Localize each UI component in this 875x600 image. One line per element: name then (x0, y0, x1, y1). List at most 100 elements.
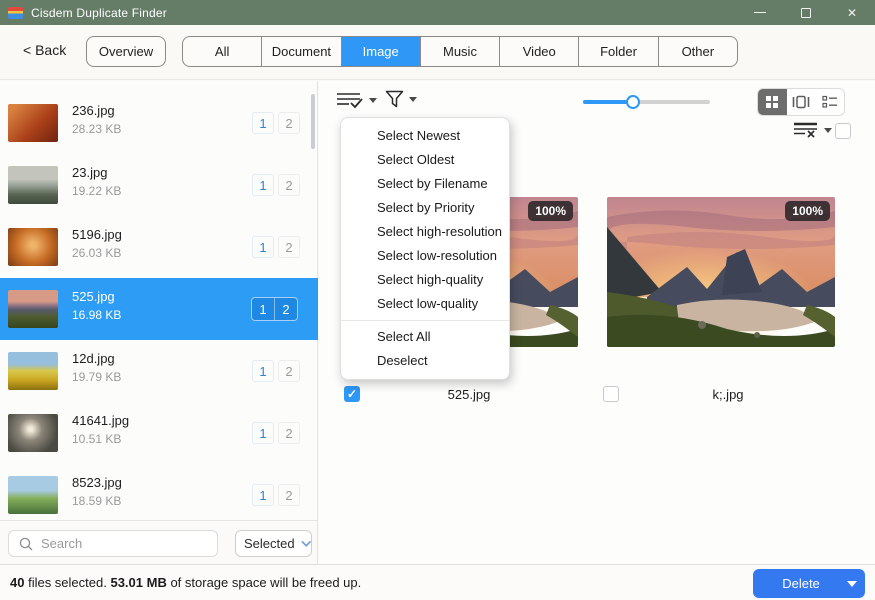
list-item[interactable]: 41641.jpg 10.51 KB 1 2 (0, 402, 318, 464)
coverflow-view-icon (792, 95, 810, 109)
group-count-2[interactable]: 2 (278, 360, 300, 382)
tab-all[interactable]: All (183, 37, 262, 66)
group-count-1[interactable]: 1 (252, 422, 274, 444)
list-item[interactable]: 5196.jpg 26.03 KB 1 2 (0, 216, 318, 278)
search-input[interactable] (41, 536, 201, 551)
similarity-badge: 100% (785, 201, 830, 221)
tab-folder[interactable]: Folder (579, 37, 658, 66)
group-count-2[interactable]: 2 (278, 236, 300, 258)
app-logo-icon (8, 7, 23, 19)
group-count-2[interactable]: 2 (278, 484, 300, 506)
thumbnail-sunflowers (8, 352, 58, 390)
main-content: 100% 100% ✓ 525.jpg (319, 81, 875, 564)
slider-thumb[interactable] (626, 95, 640, 109)
thumbnail-size-slider[interactable] (583, 100, 710, 104)
group-count-1[interactable]: 1 (252, 174, 274, 196)
file-size: 19.79 KB (72, 370, 121, 384)
caret-down-icon (369, 98, 377, 103)
selected-count: 40 (10, 575, 24, 590)
card-label-row: k;.jpg (603, 385, 837, 403)
thumbnail-autumn-forest (8, 104, 58, 142)
menu-item-select-low-quality[interactable]: Select low-quality (341, 292, 509, 316)
menu-item-select-oldest[interactable]: Select Oldest (341, 148, 509, 172)
close-button[interactable]: ✕ (829, 0, 875, 25)
group-select-checkbox[interactable] (835, 123, 851, 139)
file-name: 5196.jpg (72, 227, 122, 242)
list-view-icon (822, 95, 838, 109)
maximize-button[interactable] (783, 0, 829, 25)
caret-down-icon (847, 581, 857, 587)
sidebar-footer: Selected (0, 520, 318, 564)
list-item[interactable]: 23.jpg 19.22 KB 1 2 (0, 154, 318, 216)
menu-item-select-by-priority[interactable]: Select by Priority (341, 196, 509, 220)
group-count-2[interactable]: 2 (275, 298, 297, 320)
file-checkbox-checked[interactable]: ✓ (344, 386, 360, 402)
caret-down-icon (824, 128, 832, 133)
list-item-selected[interactable]: 525.jpg 16.98 KB 1 2 (0, 278, 318, 340)
file-checkbox-unchecked[interactable] (603, 386, 619, 402)
menu-item-deselect[interactable]: Deselect (341, 349, 509, 373)
tab-video[interactable]: Video (500, 37, 579, 66)
thumbnail-mountain-sunset (8, 290, 58, 328)
status-text-part: of storage space will be freed up. (167, 575, 361, 590)
grid-view-icon (765, 95, 779, 109)
file-name: 8523.jpg (72, 475, 122, 490)
file-name: 525.jpg (72, 289, 115, 304)
group-count-badges: 1 2 (251, 297, 298, 321)
header: < Back Overview All Document Image Music… (0, 25, 875, 80)
minimize-button[interactable] (737, 0, 783, 25)
list-view-button[interactable] (815, 89, 844, 115)
menu-item-select-by-filename[interactable]: Select by Filename (341, 172, 509, 196)
group-count-1[interactable]: 1 (252, 298, 275, 320)
deselect-group-dropdown-button[interactable] (793, 121, 832, 139)
group-count-1[interactable]: 1 (252, 236, 274, 258)
file-name: 12d.jpg (72, 351, 115, 366)
sidebar-scrollbar[interactable] (311, 94, 315, 149)
group-count-1[interactable]: 1 (252, 484, 274, 506)
selected-filter-dropdown[interactable]: Selected (235, 530, 312, 557)
deselect-lines-x-icon (793, 121, 819, 139)
menu-item-select-all[interactable]: Select All (341, 325, 509, 349)
delete-button[interactable]: Delete (753, 569, 865, 598)
select-dropdown-button[interactable] (336, 90, 377, 110)
menu-item-select-high-resolution[interactable]: Select high-resolution (341, 220, 509, 244)
caret-down-icon (409, 97, 417, 102)
group-count-2[interactable]: 2 (278, 174, 300, 196)
back-button[interactable]: < Back (23, 42, 66, 58)
filter-dropdown-button[interactable] (385, 90, 417, 109)
tab-document[interactable]: Document (262, 37, 341, 66)
list-item[interactable]: 8523.jpg 18.59 KB 1 2 (0, 464, 318, 526)
thumbnail-lake-landscape (8, 166, 58, 204)
duplicate-image-card[interactable]: 100% (607, 197, 835, 347)
file-name: 236.jpg (72, 103, 115, 118)
tab-music[interactable]: Music (421, 37, 500, 66)
file-size: 19.22 KB (72, 184, 121, 198)
menu-item-select-low-resolution[interactable]: Select low-resolution (341, 244, 509, 268)
group-count-2[interactable]: 2 (278, 422, 300, 444)
filter-funnel-icon (385, 90, 404, 109)
thumbnail-dark-sun (8, 414, 58, 452)
tab-image[interactable]: Image (342, 37, 421, 66)
list-item[interactable]: 12d.jpg 19.79 KB 1 2 (0, 340, 318, 402)
view-mode-toggle (757, 88, 845, 116)
menu-item-select-newest[interactable]: Select Newest (341, 124, 509, 148)
category-tabs: All Document Image Music Video Folder Ot… (182, 36, 738, 67)
tab-other[interactable]: Other (659, 37, 737, 66)
status-text-part: files selected. (24, 575, 110, 590)
file-size: 18.59 KB (72, 494, 121, 508)
list-item[interactable]: 236.jpg 28.23 KB 1 2 (0, 92, 318, 154)
coverflow-view-button[interactable] (787, 89, 816, 115)
card-file-name: k;.jpg (619, 387, 837, 402)
close-icon: ✕ (847, 6, 857, 20)
group-count-2[interactable]: 2 (278, 112, 300, 134)
group-count-1[interactable]: 1 (252, 112, 274, 134)
file-size: 16.98 KB (72, 308, 121, 322)
file-name: 41641.jpg (72, 413, 129, 428)
group-count-1[interactable]: 1 (252, 360, 274, 382)
duplicate-list-sidebar: 236.jpg 28.23 KB 1 2 23.jpg 19.22 KB 1 2… (0, 81, 318, 520)
delete-options-caret[interactable] (839, 581, 865, 587)
overview-button[interactable]: Overview (86, 36, 166, 67)
grid-view-button[interactable] (758, 89, 787, 115)
similarity-badge: 100% (528, 201, 573, 221)
menu-item-select-high-quality[interactable]: Select high-quality (341, 268, 509, 292)
